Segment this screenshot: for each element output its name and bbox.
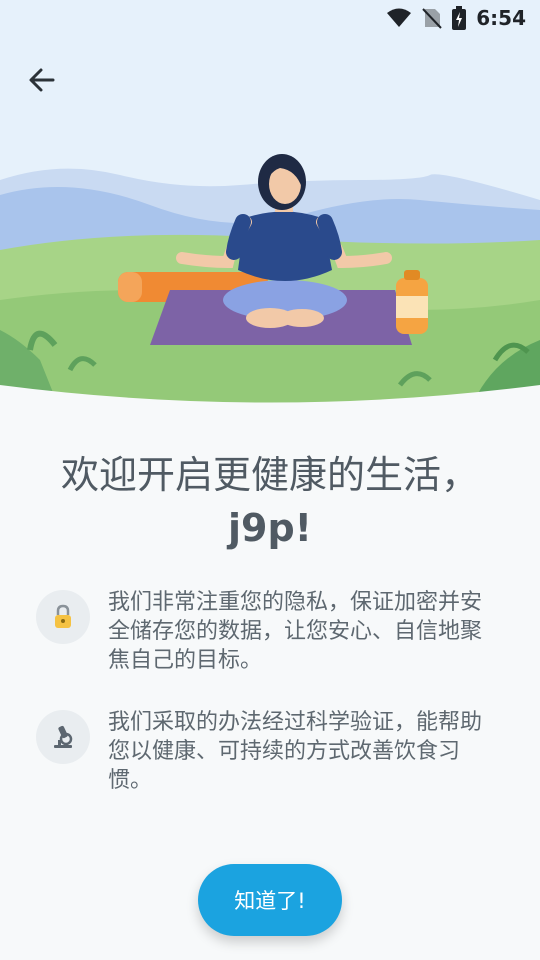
welcome-username: j9p! bbox=[228, 506, 312, 550]
wifi-icon bbox=[386, 8, 412, 28]
welcome-line1: 欢迎开启更健康的生活， bbox=[60, 453, 479, 497]
feature-privacy: 我们非常注重您的隐私，保证加密并安全储存您的数据，让您安心、自信地聚焦自己的目标… bbox=[36, 588, 506, 675]
feature-science: 我们采取的办法经过科学验证，能帮助您以健康、可持续的方式改善饮食习惯。 bbox=[36, 708, 506, 795]
arrow-back-icon bbox=[29, 68, 55, 92]
microscope-icon bbox=[36, 710, 90, 764]
back-button[interactable] bbox=[18, 56, 66, 104]
status-time: 6:54 bbox=[476, 6, 526, 30]
lock-icon bbox=[36, 590, 90, 644]
no-sim-icon bbox=[422, 7, 442, 29]
battery-charging-icon bbox=[452, 6, 467, 30]
hero-illustration bbox=[0, 0, 540, 410]
welcome-title: 欢迎开启更健康的生活， j9p! bbox=[0, 448, 540, 554]
feature-privacy-text: 我们非常注重您的隐私，保证加密并安全储存您的数据，让您安心、自信地聚焦自己的目标… bbox=[108, 590, 483, 673]
status-bar: 6:54 bbox=[0, 0, 540, 36]
feature-science-text: 我们采取的办法经过科学验证，能帮助您以健康、可持续的方式改善饮食习惯。 bbox=[108, 710, 483, 793]
yoga-illustration bbox=[0, 0, 540, 410]
got-it-button[interactable]: 知道了! bbox=[198, 864, 342, 936]
